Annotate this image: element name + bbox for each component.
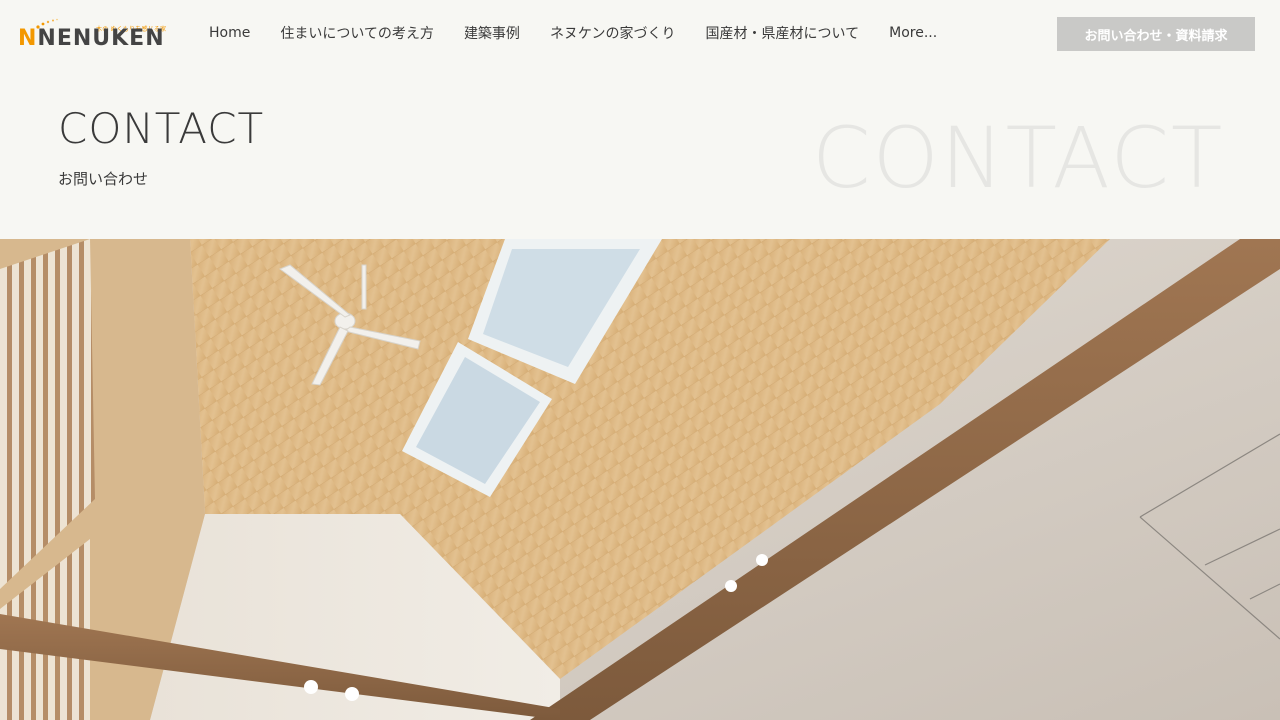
nenuken-logo[interactable]: 木の ぬくもりを感じる家 NNENUKEN [18, 16, 166, 50]
contact-request-button[interactable]: お問い合わせ・資料請求 [1057, 17, 1255, 51]
nav-house-building[interactable]: ネヌケンの家づくり [535, 23, 691, 43]
background-watermark-word: CONTACT [812, 109, 1225, 207]
page-heading: CONTACT お問い合わせ [58, 104, 264, 189]
nav-domestic-timber[interactable]: 国産材・県産材について [691, 23, 875, 43]
logo-letters-rest: NENUKEN [37, 26, 165, 51]
logo-letter-n: N [18, 26, 38, 51]
nav-works[interactable]: 建築事例 [449, 23, 535, 43]
nav-home[interactable]: Home [194, 25, 265, 41]
nav-more[interactable]: More... [874, 25, 952, 41]
logo-wordmark: NNENUKEN [18, 28, 165, 50]
nav-philosophy[interactable]: 住まいについての考え方 [265, 23, 449, 43]
page-title: CONTACT [58, 104, 265, 153]
interior-ceiling-image [0, 239, 1280, 720]
page-subtitle: お問い合わせ [58, 170, 149, 188]
site-header: 木の ぬくもりを感じる家 NNENUKEN Home 住まいについての考え方 建… [0, 0, 1280, 66]
main-nav: Home 住まいについての考え方 建築事例 ネヌケンの家づくり 国産材・県産材に… [194, 22, 952, 44]
hero-interior-photo [0, 239, 1280, 720]
